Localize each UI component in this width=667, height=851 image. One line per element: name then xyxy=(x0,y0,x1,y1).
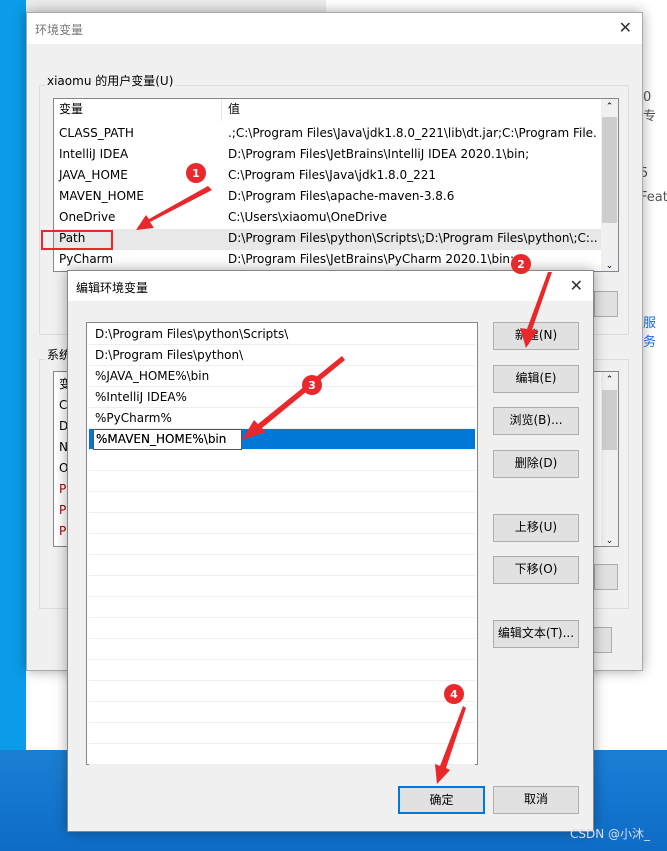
annotation-label: 3 xyxy=(308,379,316,392)
annotation-label: 1 xyxy=(192,167,200,180)
annotation-label: 4 xyxy=(450,688,458,701)
annotation-arrow-4 xyxy=(435,706,466,784)
annotation-layer: 1 2 3 4 xyxy=(136,163,552,784)
annotation-label: 2 xyxy=(517,258,525,271)
annotation-arrow-3 xyxy=(242,356,345,440)
annotation-arrow-1 xyxy=(136,186,212,230)
annotation-arrow-2 xyxy=(520,272,552,348)
